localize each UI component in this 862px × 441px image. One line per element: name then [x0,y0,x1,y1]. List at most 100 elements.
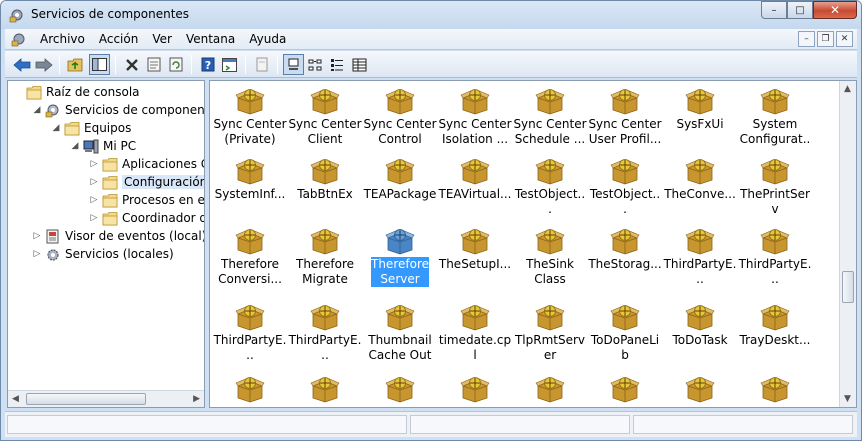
refresh-icon[interactable] [165,54,186,75]
scroll-left-icon[interactable]: ◀ [12,394,19,404]
large-icons-view-icon[interactable] [283,54,304,75]
show-tree-icon[interactable] [89,54,110,75]
dcom-item[interactable]: TestObject... [588,157,662,229]
maximize-button[interactable]: □ [787,1,813,19]
tree-node[interactable]: ▷ Aplicaciones COM+ [88,155,204,173]
minimize-button[interactable]: – [761,1,787,19]
dcom-item[interactable]: TheStorag... [588,227,662,299]
dcom-item[interactable]: Therefore Conversi... [213,227,287,299]
expand-arrow-icon[interactable]: ▷ [88,159,100,169]
dcom-item[interactable]: TEAPackage [363,157,437,229]
tree-horizontal-scrollbar[interactable]: ◀ ▶ [8,390,204,407]
menu-item-0[interactable]: Archivo [33,29,92,50]
dcom-item[interactable]: ThePrintServ [738,157,812,229]
tree-node[interactable]: ▷ Visor de eventos (local) [31,227,204,245]
tree-node[interactable]: ◢ Equipos [50,119,132,137]
properties-icon[interactable] [143,54,164,75]
dcom-item[interactable] [663,375,737,407]
tree-node[interactable]: ◢ Mi PC [69,137,136,155]
result-vertical-scrollbar[interactable]: ▲ ▼ [839,81,856,407]
dcom-item[interactable]: Therefore Server [363,227,437,299]
tree-node[interactable]: ▷ Procesos en ejecución [88,191,204,209]
dcom-item[interactable]: SysFxUi [663,87,737,159]
dcom-item[interactable] [738,375,812,407]
result-pane[interactable]: Sync Center (Private) Sync Center Client S… [209,80,857,408]
console-app-icon[interactable] [11,32,27,47]
dcom-item[interactable]: timedate.cpl [438,303,512,375]
scroll-down-icon[interactable]: ▼ [844,394,851,404]
tree-node-label: Raíz de consola [46,85,140,99]
dcom-item[interactable]: ToDoTask [663,303,737,375]
dcom-application-icon [685,159,715,185]
mdi-minimize-button[interactable]: – [798,31,815,47]
dcom-item[interactable] [288,375,362,407]
expand-arrow-icon[interactable]: ▷ [31,249,43,259]
expand-arrow-icon[interactable]: ▷ [88,213,100,223]
collapse-arrow-icon[interactable]: ◢ [31,105,43,115]
menu-item-4[interactable]: Ayuda [242,29,293,50]
dcom-item[interactable]: TheSink Class [513,227,587,299]
new-window-icon[interactable] [251,54,272,75]
dcom-item[interactable]: ThirdPartyE... [213,303,287,375]
dcom-item[interactable]: Sync Center (Private) [213,87,287,159]
dcom-item[interactable] [213,375,287,407]
dcom-item[interactable]: Thumbnail Cache Out ... [363,303,437,375]
dcom-item[interactable]: Sync Center User Profil... [588,87,662,159]
tree-node[interactable]: ▷ Servicios (locales) [31,245,174,263]
dcom-item[interactable]: TEAVirtual... [438,157,512,229]
dcom-item[interactable] [588,375,662,407]
scrollbar-thumb[interactable] [26,393,146,405]
console-icon[interactable] [219,54,240,75]
dcom-item[interactable]: Therefore Migrate [288,227,362,299]
dcom-item[interactable] [363,375,437,407]
menu-item-3[interactable]: Ventana [179,29,242,50]
forward-icon[interactable] [33,54,54,75]
delete-icon[interactable] [121,54,142,75]
dcom-item[interactable]: System Configurat... [738,87,812,159]
title-bar[interactable]: Servicios de componentes – □ ✕ [1,1,861,29]
expand-arrow-icon[interactable]: ▷ [31,231,43,241]
collapse-arrow-icon[interactable]: ◢ [50,123,62,133]
dcom-item[interactable]: TheConve... [663,157,737,229]
dcom-item[interactable]: ThirdPartyE... [288,303,362,375]
dcom-item[interactable]: TheSetupI... [438,227,512,299]
scroll-up-icon[interactable]: ▲ [844,84,851,94]
mdi-close-button[interactable]: ✕ [836,31,853,47]
collapse-arrow-icon[interactable]: ◢ [69,141,81,151]
dcom-item[interactable]: ToDoPaneLib [588,303,662,375]
dcom-item[interactable]: SystemInf... [213,157,287,229]
details-view-icon[interactable] [349,54,370,75]
help-icon[interactable]: ? [197,54,218,75]
dcom-item[interactable]: ThirdPartyE... [738,227,812,299]
tree-node[interactable]: ◢ Servicios de componentes [31,101,204,119]
dcom-application-icon [235,229,265,255]
dcom-item[interactable]: TestObject... [513,157,587,229]
tree-node[interactable]: ▷ Coordinador de transacciones distribuid… [88,209,204,227]
back-icon[interactable] [11,54,32,75]
mdi-restore-button[interactable]: ❐ [817,31,834,47]
dcom-item[interactable]: TrayDeskt... [738,303,812,375]
dcom-item-label: Therefore Conversi... [218,257,282,286]
up-folder-icon[interactable] [65,54,86,75]
tree-node[interactable]: Raíz de consola [12,83,140,101]
dcom-item[interactable] [513,375,587,407]
list-view-icon[interactable] [327,54,348,75]
dcom-item[interactable]: Sync Center Schedule ... [513,87,587,159]
expand-arrow-icon[interactable]: ▷ [88,177,100,187]
expand-arrow-icon[interactable]: ▷ [88,195,100,205]
menu-item-1[interactable]: Acción [92,29,145,50]
small-icons-view-icon[interactable] [305,54,326,75]
close-button[interactable]: ✕ [813,1,857,19]
scroll-right-icon[interactable]: ▶ [193,394,200,404]
dcom-item[interactable]: TlpRmtServer [513,303,587,375]
tree-node[interactable]: ▷ Configuración DCOM [88,173,204,191]
menu-item-2[interactable]: Ver [145,29,179,50]
dcom-item[interactable] [438,375,512,407]
console-tree[interactable]: Raíz de consola ◢Servicios de componentes… [7,80,205,408]
scrollbar-thumb[interactable] [842,271,854,303]
dcom-item[interactable]: Sync Center Control [363,87,437,159]
dcom-item[interactable]: TabBtnEx [288,157,362,229]
dcom-item[interactable]: Sync Center Client [288,87,362,159]
dcom-item[interactable]: Sync Center Isolation ... [438,87,512,159]
dcom-item[interactable]: ThirdPartyE... [663,227,737,299]
